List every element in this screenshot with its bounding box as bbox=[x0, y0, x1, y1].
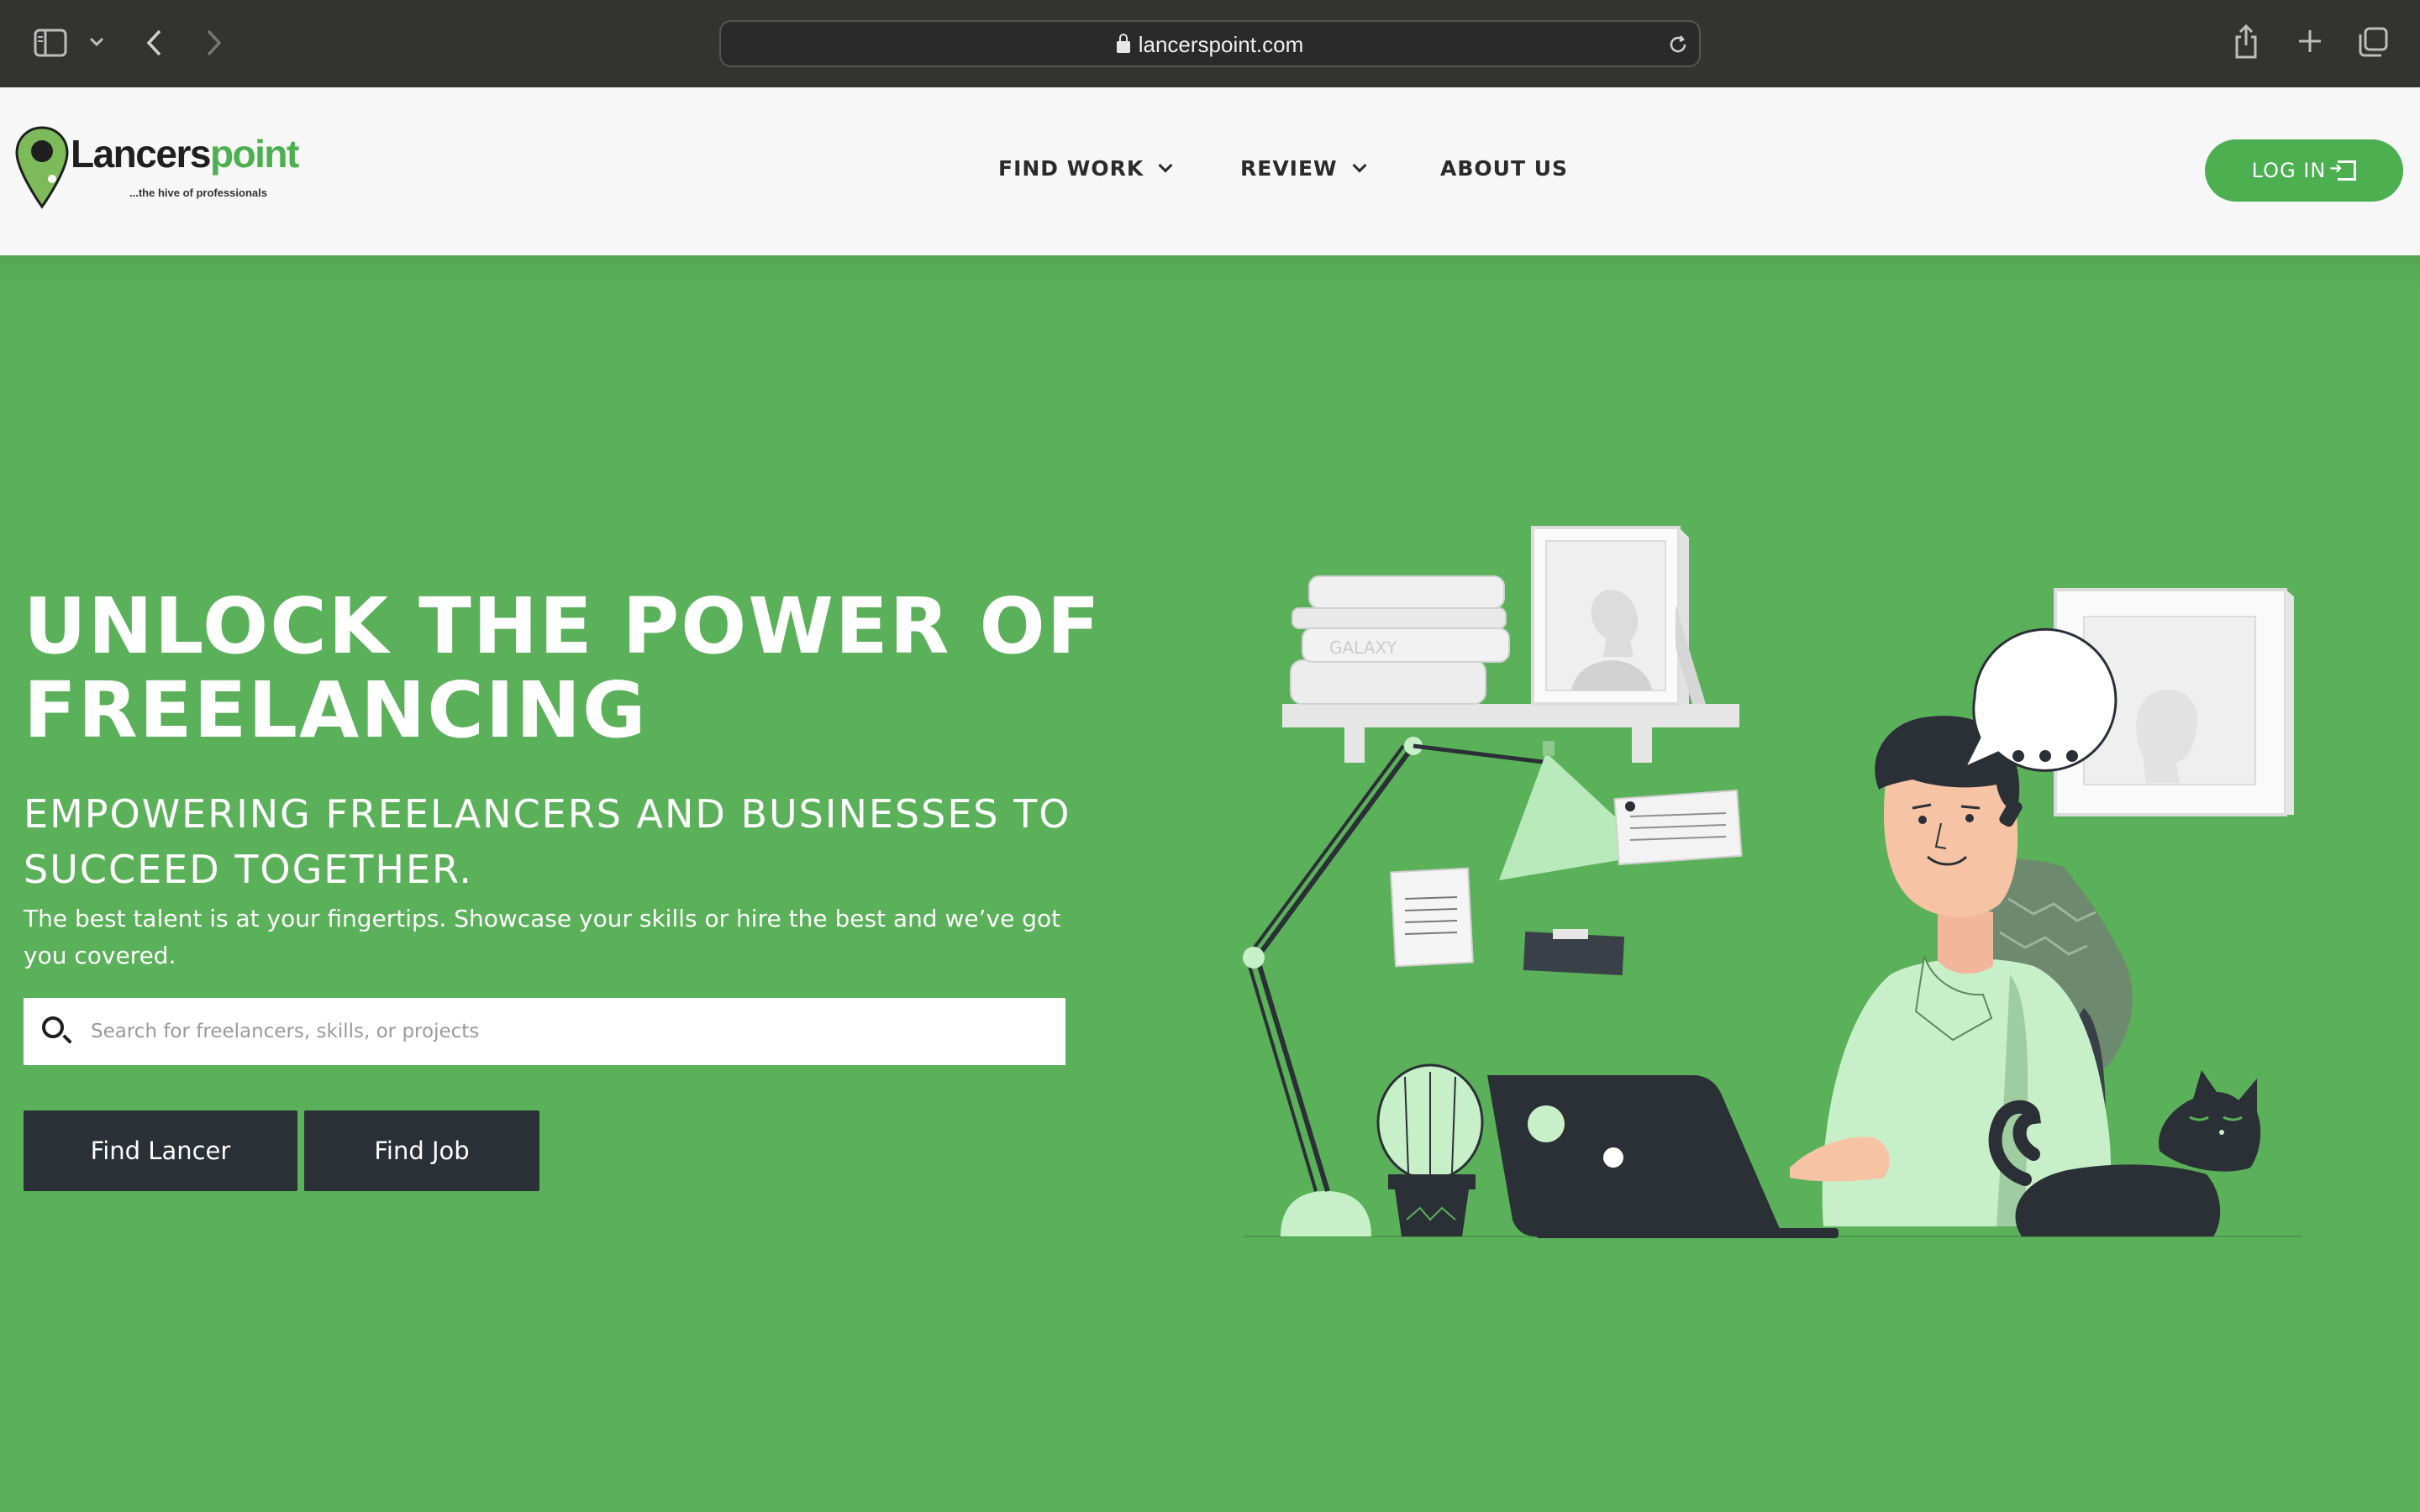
search-icon[interactable] bbox=[42, 1016, 64, 1038]
forward-icon[interactable] bbox=[205, 29, 224, 57]
share-icon[interactable] bbox=[2233, 24, 2259, 59]
wall-shelf bbox=[1282, 704, 1739, 763]
chevron-down-icon[interactable] bbox=[89, 37, 104, 47]
speech-bubble bbox=[1961, 627, 2118, 772]
nav-review-label: REVIEW bbox=[1240, 156, 1338, 181]
tab-overview-icon[interactable] bbox=[2358, 27, 2388, 57]
login-icon bbox=[2329, 160, 2357, 181]
nav-about-us[interactable]: ABOUT US bbox=[1440, 156, 1568, 181]
laptop bbox=[1487, 1075, 1839, 1238]
search-box bbox=[24, 998, 1065, 1065]
chevron-down-icon bbox=[1158, 158, 1173, 173]
cactus-plant bbox=[1376, 1063, 1484, 1236]
url-text: lancerspoint.com bbox=[721, 32, 1699, 58]
hero-description: The best talent is at your fingertips. S… bbox=[24, 905, 1061, 969]
hero-top-shadow bbox=[0, 255, 2420, 289]
address-bar[interactable]: lancerspoint.com bbox=[719, 20, 1701, 67]
nav-find-work-label: FIND WORK bbox=[998, 156, 1144, 181]
card-note bbox=[1523, 929, 1625, 976]
new-tab-icon[interactable] bbox=[2297, 29, 2323, 54]
find-job-label: Find Job bbox=[374, 1137, 470, 1165]
find-lancer-label: Find Lancer bbox=[90, 1137, 231, 1165]
nav-about-us-label: ABOUT US bbox=[1440, 156, 1569, 181]
book-stack: GALAXY bbox=[1290, 575, 1510, 705]
calendar-note bbox=[1613, 789, 1743, 866]
site-header: Lancerspoint ...the hive of professional… bbox=[0, 87, 2420, 255]
nav-find-work[interactable]: FIND WORK bbox=[998, 156, 1173, 181]
reload-icon[interactable] bbox=[1667, 34, 1689, 55]
logo-wordmark: Lancerspoint bbox=[71, 131, 299, 176]
notepad bbox=[1390, 867, 1474, 968]
search-input[interactable] bbox=[89, 998, 1047, 1065]
chevron-down-icon bbox=[1352, 158, 1367, 173]
url-label: lancerspoint.com bbox=[1138, 32, 1304, 57]
logo-text-green: point bbox=[209, 132, 299, 176]
map-pin-icon bbox=[15, 126, 69, 209]
login-button[interactable]: LOG IN bbox=[2205, 139, 2403, 202]
logo-text-dark: Lancers bbox=[71, 132, 211, 176]
sidebar-icon[interactable] bbox=[34, 29, 67, 57]
hero-illustration: GALAXY bbox=[1243, 526, 2302, 1238]
book-label: GALAXY bbox=[1329, 638, 1397, 658]
find-lancer-button[interactable]: Find Lancer bbox=[24, 1110, 297, 1191]
hero-subtitle: EMPOWERING FREELANCERS AND BUSINESSES TO… bbox=[24, 791, 1071, 892]
hero-title: UNLOCK THE POWER OF FREELANCING bbox=[24, 581, 1102, 755]
site-logo[interactable]: Lancerspoint ...the hive of professional… bbox=[15, 121, 299, 213]
nav-review[interactable]: REVIEW bbox=[1240, 156, 1367, 181]
logo-tagline: ...the hive of professionals bbox=[129, 186, 267, 199]
find-job-button[interactable]: Find Job bbox=[304, 1110, 539, 1191]
login-label: LOG IN bbox=[2251, 159, 2327, 182]
browser-toolbar: lancerspoint.com bbox=[0, 0, 2420, 87]
back-icon[interactable] bbox=[145, 29, 163, 57]
lock-icon bbox=[1116, 34, 1130, 53]
woman-portrait-frame bbox=[1531, 526, 1706, 706]
